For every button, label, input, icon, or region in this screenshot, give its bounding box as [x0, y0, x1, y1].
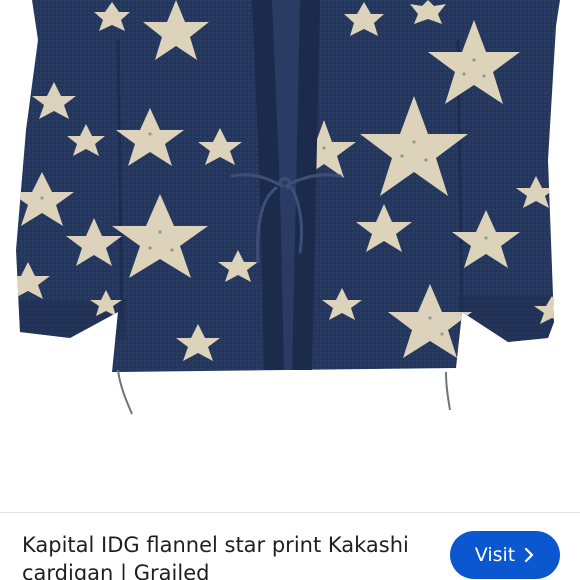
- visit-button[interactable]: Visit: [450, 531, 560, 579]
- chevron-right-icon: [525, 548, 534, 562]
- hem-strings: [117, 369, 451, 415]
- result-footer: Kapital IDG flannel star print Kakashi c…: [0, 512, 580, 580]
- result-title[interactable]: Kapital IDG flannel star print Kakashi c…: [22, 531, 432, 580]
- visit-label: Visit: [474, 544, 516, 566]
- lens-result-screen: Kapital IDG flannel star print Kakashi c…: [0, 0, 580, 580]
- product-image[interactable]: [0, 0, 580, 512]
- product-image-area[interactable]: [0, 0, 580, 512]
